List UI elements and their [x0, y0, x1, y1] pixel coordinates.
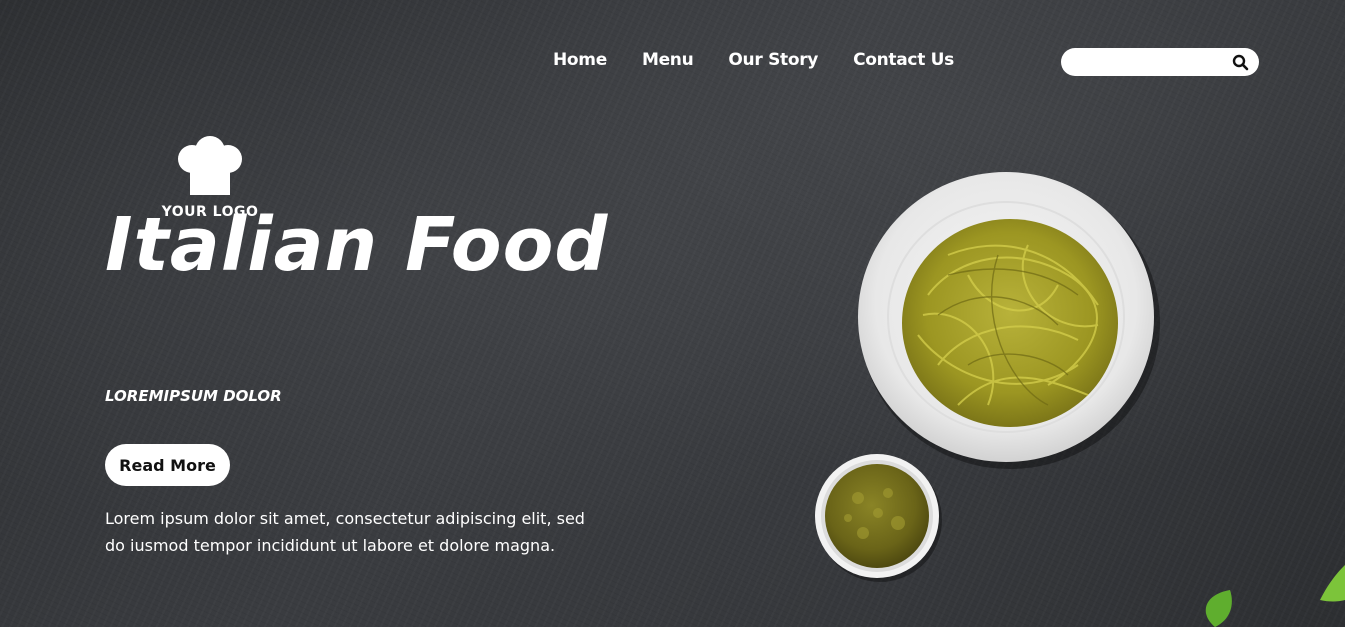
basil-leaf-image [1205, 565, 1345, 627]
nav-home[interactable]: Home [553, 50, 607, 70]
search-bar [1061, 48, 1259, 76]
pasta-plate-image [858, 172, 1160, 469]
search-icon[interactable] [1232, 54, 1249, 71]
hero-title: Italian Food [105, 202, 609, 288]
search-input[interactable] [1073, 52, 1227, 74]
nav-our-story[interactable]: Our Story [728, 50, 818, 70]
main-nav: Home Menu Our Story Contact Us [553, 50, 954, 70]
pesto-bowl-image [815, 454, 942, 582]
hero-description: Lorem ipsum dolor sit amet, consectetur … [105, 509, 585, 555]
nav-contact-us[interactable]: Contact Us [853, 50, 954, 70]
read-more-button[interactable]: Read More [105, 444, 230, 486]
nav-menu[interactable]: Menu [642, 50, 694, 70]
hero-subtitle: LOREMIPSUM DOLOR [105, 387, 282, 405]
chef-hat-icon [172, 135, 248, 202]
